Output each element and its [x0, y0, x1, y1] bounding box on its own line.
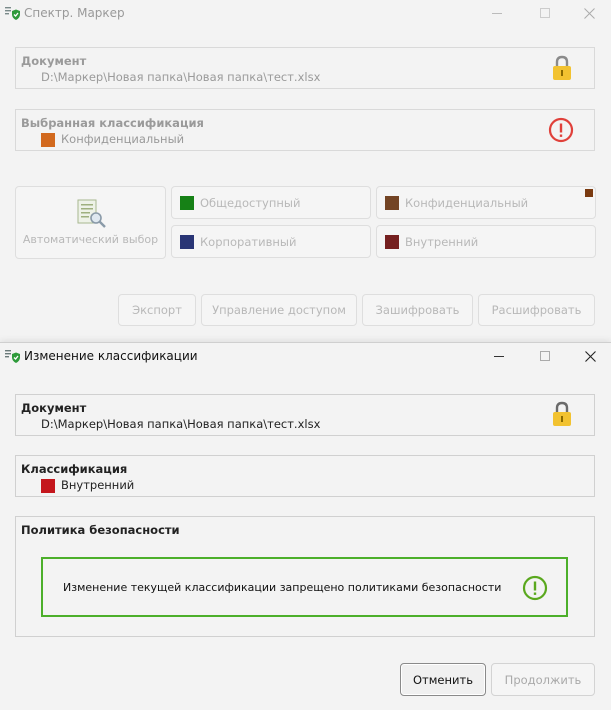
policy-message-box: Изменение текущей классификации запрещен…	[41, 557, 568, 617]
main-window: Спектр. Маркер Документ D:\Маркер\Новая …	[0, 0, 611, 342]
class-button-corporate[interactable]: Корпоративный	[171, 225, 371, 258]
selected-classification-panel: Выбранная классификация Конфиденциальный	[15, 109, 595, 151]
class-label-public: Общедоступный	[200, 195, 301, 210]
lock-icon	[553, 401, 571, 426]
policy-message: Изменение текущей классификации запрещен…	[63, 581, 502, 594]
document-panel-title: Документ	[21, 54, 87, 68]
class-swatch-confidential	[385, 195, 399, 210]
decrypt-button[interactable]: Расшифровать	[478, 294, 595, 326]
policy-warning-icon	[522, 575, 548, 601]
dialog-titlebar: Изменение классификации	[0, 343, 611, 369]
cancel-button[interactable]: Отменить	[400, 663, 486, 696]
export-button[interactable]: Экспорт	[118, 294, 196, 326]
dialog-document-title: Документ	[21, 401, 87, 415]
document-search-icon	[77, 199, 106, 228]
encrypt-button[interactable]: Зашифровать	[362, 294, 473, 326]
main-window-title: Спектр. Маркер	[24, 6, 125, 20]
minimize-icon	[494, 355, 504, 357]
class-swatch-public	[180, 195, 194, 210]
minimize-icon	[492, 12, 502, 14]
lock-icon	[553, 55, 571, 80]
dialog-shield-icon	[5, 350, 20, 363]
close-button[interactable]	[566, 0, 611, 26]
class-label-corporate: Корпоративный	[200, 234, 297, 249]
selected-classification-label: Конфиденциальный	[61, 132, 185, 146]
change-classification-dialog: Изменение классификации Документ D:\Марк…	[0, 342, 611, 710]
maximize-icon	[540, 351, 550, 361]
selected-marker	[585, 189, 593, 197]
auto-select-label: Автоматический выбор	[22, 233, 159, 246]
class-label-internal: Внутренний	[405, 234, 479, 249]
app-shield-icon	[5, 7, 20, 20]
dialog-classification-panel: Классификация Внутренний	[15, 455, 595, 497]
access-management-button[interactable]: Управление доступом	[201, 294, 357, 326]
dialog-classification-title: Классификация	[21, 462, 128, 476]
dialog-document-panel: Документ D:\Маркер\Новая папка\Новая пап…	[15, 394, 595, 436]
selected-classification-value: Конфиденциальный	[41, 132, 184, 147]
dialog-classification-swatch	[41, 478, 55, 493]
document-path: D:\Маркер\Новая папка\Новая папка\тест.x…	[41, 70, 321, 84]
close-icon	[584, 350, 596, 362]
class-button-confidential[interactable]: Конфиденциальный	[376, 186, 596, 219]
class-button-internal[interactable]: Внутренний	[376, 225, 596, 258]
document-panel: Документ D:\Маркер\Новая папка\Новая пап…	[15, 47, 595, 89]
main-titlebar: Спектр. Маркер	[0, 0, 611, 26]
warning-icon	[548, 117, 574, 143]
class-swatch-corporate	[180, 234, 194, 249]
dialog-classification-label: Внутренний	[61, 478, 135, 492]
continue-button[interactable]: Продолжить	[491, 663, 595, 696]
security-policy-title: Политика безопасности	[21, 523, 180, 537]
dialog-document-path: D:\Маркер\Новая папка\Новая папка\тест.x…	[41, 417, 321, 431]
maximize-icon	[540, 8, 550, 18]
selected-classification-swatch	[41, 132, 55, 147]
maximize-button[interactable]	[522, 0, 568, 26]
minimize-button[interactable]	[474, 0, 520, 26]
dialog-close-button[interactable]	[567, 343, 611, 369]
dialog-title: Изменение классификации	[24, 349, 198, 363]
class-label-confidential: Конфиденциальный	[405, 195, 529, 210]
dialog-minimize-button[interactable]	[476, 343, 522, 369]
class-button-public[interactable]: Общедоступный	[171, 186, 371, 219]
dialog-classification-value: Внутренний	[41, 478, 134, 493]
close-icon	[583, 7, 595, 19]
selected-classification-title: Выбранная классификация	[21, 116, 204, 130]
class-swatch-internal	[385, 234, 399, 249]
dialog-maximize-button[interactable]	[522, 343, 568, 369]
auto-select-button[interactable]: Автоматический выбор	[15, 186, 166, 259]
